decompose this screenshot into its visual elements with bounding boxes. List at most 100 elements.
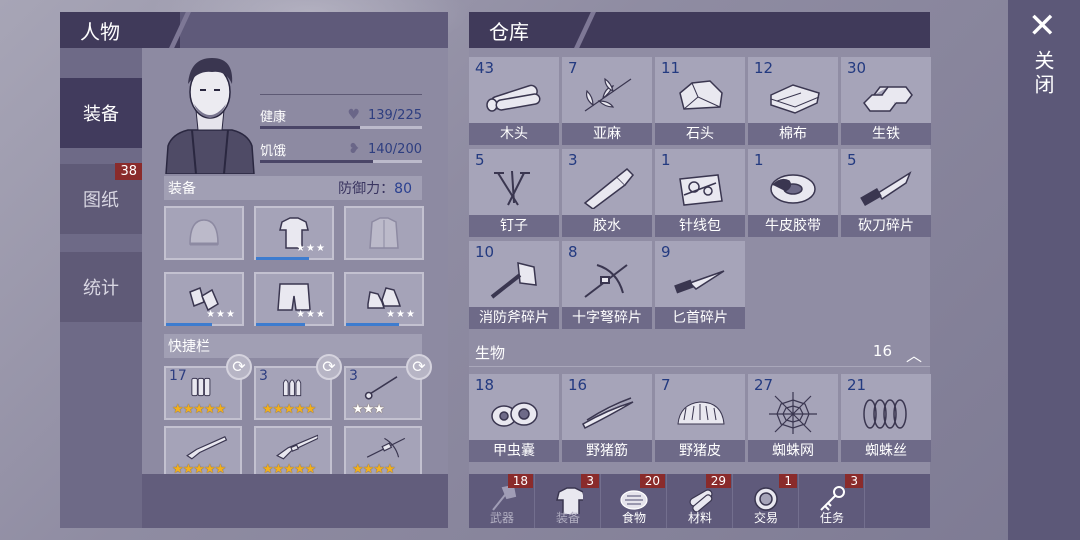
star-rating: ★★★: [386, 309, 416, 320]
equipment-slot[interactable]: [344, 206, 424, 260]
inventory-item[interactable]: 5 砍刀碎片: [841, 149, 931, 237]
item-art: [576, 390, 638, 434]
close-icon[interactable]: ✕: [1028, 6, 1057, 46]
item-art: [855, 73, 917, 117]
hunger-label: 饥饿: [260, 144, 287, 159]
bullets-icon: [282, 379, 302, 397]
inventory-item[interactable]: 18 甲虫囊: [469, 374, 559, 462]
item-art: [483, 73, 545, 117]
defense-value: 80: [394, 181, 412, 197]
crossbow-bolt-icon: [364, 376, 398, 400]
item-name: 牛皮胶带: [748, 215, 838, 237]
inventory-item[interactable]: 7 亚麻: [562, 57, 652, 145]
item-art: [576, 257, 638, 301]
inventory-item[interactable]: 27 蜘蛛网: [748, 374, 838, 462]
chevron-up-icon[interactable]: ︿: [906, 342, 922, 366]
quickbar-slot[interactable]: ★★★★★: [164, 426, 242, 481]
inventory-item[interactable]: 8 十字弩碎片: [562, 241, 652, 329]
category-tab[interactable]: 29 材料: [667, 474, 733, 528]
refresh-icon[interactable]: ⟳: [406, 354, 432, 380]
slot-art: [366, 214, 402, 250]
quickbar-slot[interactable]: 17 ★★★★★ ⟳: [164, 354, 252, 420]
refresh-icon[interactable]: ⟳: [316, 354, 342, 380]
character-portrait: [165, 58, 255, 174]
equipment-slot[interactable]: ★★★: [344, 272, 424, 326]
tab-label: 武器: [489, 511, 514, 525]
duct-tape-icon: [770, 174, 816, 204]
warehouse-category-tabs: 18 武器 3 装备 20 食物 29 材料 1 交易 3 任务: [469, 474, 930, 528]
health-value: 139/225: [367, 108, 422, 123]
bio-category-header[interactable]: 生物 16 ︿: [469, 342, 930, 368]
inventory-item[interactable]: 1 针线包: [655, 149, 745, 237]
item-name: 蜘蛛丝: [841, 440, 931, 462]
iron-ingot-icon: [863, 86, 913, 112]
item-art: [855, 165, 917, 209]
item-name: 野猪筋: [562, 440, 652, 462]
bio-category-label: 生物: [475, 344, 506, 362]
inventory-item[interactable]: 12 棉布: [748, 57, 838, 145]
inventory-item[interactable]: 11 石头: [655, 57, 745, 145]
equipment-slot[interactable]: [164, 206, 244, 260]
cloth-icon: [770, 84, 820, 114]
slot-art: [364, 372, 408, 402]
character-panel: 人物 装备 图纸 38 统计 健康 ♥ 139/225 饥饿 ❥ 140/200…: [60, 12, 448, 528]
inventory-item[interactable]: 43 木头: [469, 57, 559, 145]
quickbar-slot[interactable]: ★★★★: [344, 426, 422, 481]
item-art: [669, 257, 731, 301]
slot-art: [184, 372, 228, 402]
item-art: [483, 257, 545, 301]
tab-equipment[interactable]: 装备: [60, 78, 142, 148]
close-column[interactable]: ✕ 关闭: [1008, 0, 1080, 540]
durability-bar: [256, 257, 310, 260]
inventory-item[interactable]: 1 牛皮胶带: [748, 149, 838, 237]
category-tab[interactable]: 20 食物: [601, 474, 667, 528]
spider-web-icon: [769, 392, 817, 436]
item-name: 木头: [469, 123, 559, 145]
tab-label: 装备: [83, 104, 119, 125]
crossbow-icon: [366, 437, 406, 458]
inventory-item[interactable]: 5 钉子: [469, 149, 559, 237]
star-rating: ★★★: [206, 309, 236, 320]
tab-label: 材料: [687, 511, 712, 525]
tab-badge: 29: [705, 474, 731, 488]
equipment-slot[interactable]: ★★★: [254, 206, 334, 260]
tab-label: 任务: [819, 511, 844, 525]
quickbar-slot[interactable]: 3 ★★★★★ ⟳: [254, 354, 342, 420]
close-label[interactable]: 关闭: [1031, 50, 1058, 98]
equipment-slot[interactable]: ★★★: [164, 272, 244, 326]
item-count: 3: [349, 368, 358, 384]
item-name: 针线包: [655, 215, 745, 237]
category-tab[interactable]: 18 武器: [469, 474, 535, 528]
inventory-item[interactable]: 10 消防斧碎片: [469, 241, 559, 329]
slot-art: [274, 432, 319, 462]
quickbar-slot[interactable]: ★★★★★: [254, 426, 332, 481]
item-name: 亚麻: [562, 123, 652, 145]
quickbar-slot[interactable]: 3 ★★★ ⟳: [344, 354, 432, 420]
inventory-item[interactable]: 30 生铁: [841, 57, 931, 145]
category-tab[interactable]: 3 任务: [799, 474, 865, 528]
item-art: [483, 165, 545, 209]
hunger-value: 140/200: [367, 142, 422, 157]
crossbow-fragment-icon: [584, 264, 628, 298]
equipment-slot[interactable]: ★★★: [254, 272, 334, 326]
inventory-item[interactable]: 16 野猪筋: [562, 374, 652, 462]
tab-badge: 18: [507, 474, 533, 488]
inventory-item[interactable]: 7 野猪皮: [655, 374, 745, 462]
inventory-item[interactable]: 3 胶水: [562, 149, 652, 237]
item-name: 蜘蛛网: [748, 440, 838, 462]
tab-label: 统计: [83, 278, 119, 299]
category-tab[interactable]: 3 装备: [535, 474, 601, 528]
header-decoration: [565, 12, 605, 48]
inventory-item[interactable]: 9 匕首碎片: [655, 241, 745, 329]
equipment-label: 装备: [168, 181, 196, 197]
tab-stats[interactable]: 统计: [60, 252, 142, 322]
category-tab[interactable]: 1 交易: [733, 474, 799, 528]
item-art: [762, 73, 824, 117]
tab-blueprints[interactable]: 图纸 38: [60, 163, 142, 234]
item-name: 甲虫囊: [469, 440, 559, 462]
warehouse-panel: 仓库 43 木头 7 亚麻 11 石头 12 棉布 30 生铁 5 钉子 3 胶水 1 针线包…: [469, 12, 931, 528]
inventory-item[interactable]: 21 蜘蛛丝: [841, 374, 931, 462]
stone-icon: [679, 80, 723, 110]
refresh-icon[interactable]: ⟳: [226, 354, 252, 380]
item-art: [576, 73, 638, 117]
